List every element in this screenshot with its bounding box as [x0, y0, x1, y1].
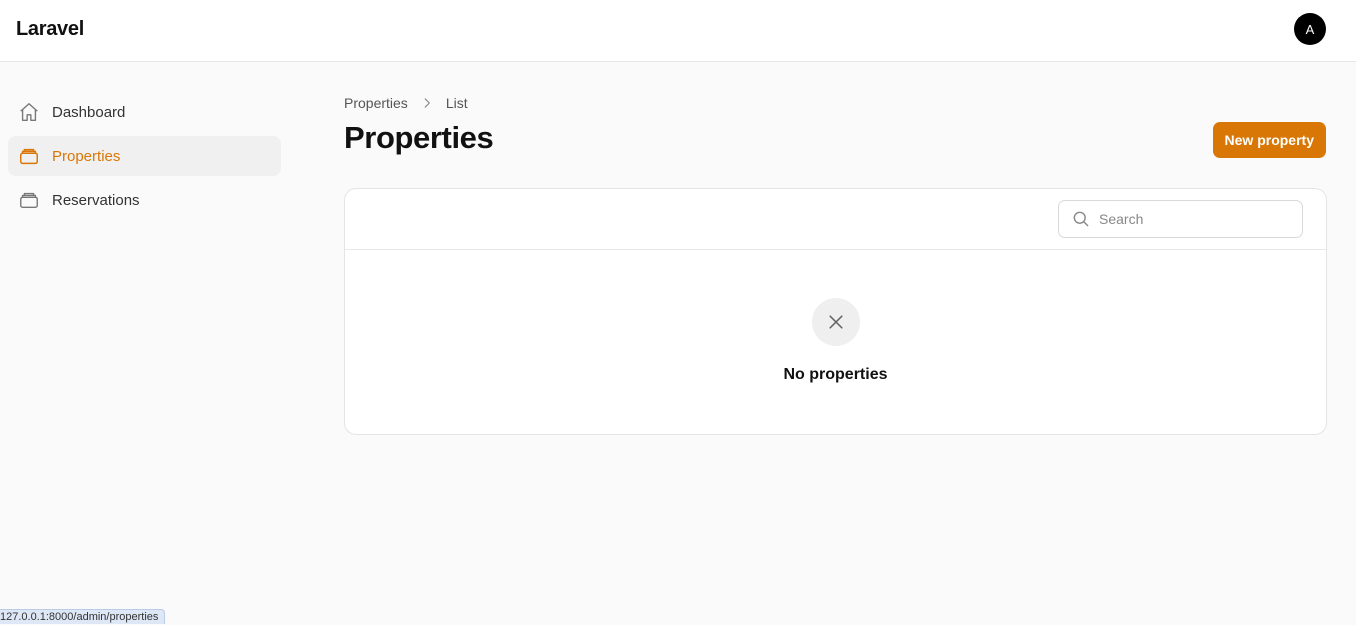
sidebar-item-dashboard[interactable]: Dashboard — [8, 92, 281, 132]
empty-state-message: No properties — [783, 366, 888, 383]
empty-state: No properties — [345, 250, 1326, 434]
page-title: Properties — [344, 120, 494, 155]
search-input[interactable] — [1099, 211, 1289, 227]
table-toolbar — [345, 189, 1326, 250]
properties-table-panel: No properties — [344, 188, 1327, 435]
home-icon — [18, 101, 40, 123]
sidebar: Dashboard Properties Reservations — [8, 92, 281, 224]
chevron-right-icon — [420, 96, 434, 110]
breadcrumb-item-properties[interactable]: Properties — [344, 95, 408, 111]
browser-status-url: 127.0.0.1:8000/admin/properties — [0, 609, 166, 624]
breadcrumb-item-list[interactable]: List — [446, 95, 468, 111]
user-avatar[interactable]: A — [1294, 13, 1326, 45]
sidebar-item-label: Properties — [52, 147, 121, 165]
main-content: Properties List Properties New property — [344, 92, 1327, 435]
stack-icon — [18, 189, 40, 211]
stack-icon — [18, 145, 40, 167]
sidebar-item-label: Dashboard — [52, 103, 126, 121]
brand-logo[interactable]: Laravel — [16, 18, 84, 41]
search-box[interactable] — [1058, 200, 1303, 238]
search-icon — [1071, 209, 1091, 229]
sidebar-item-properties[interactable]: Properties — [8, 136, 281, 176]
sidebar-item-reservations[interactable]: Reservations — [8, 180, 281, 220]
page-header: Properties New property — [344, 120, 1326, 180]
top-bar: Laravel A — [0, 0, 1356, 62]
new-property-button[interactable]: New property — [1212, 122, 1326, 158]
close-icon — [812, 298, 860, 346]
breadcrumb: Properties List — [344, 92, 1326, 114]
sidebar-item-label: Reservations — [52, 191, 140, 209]
